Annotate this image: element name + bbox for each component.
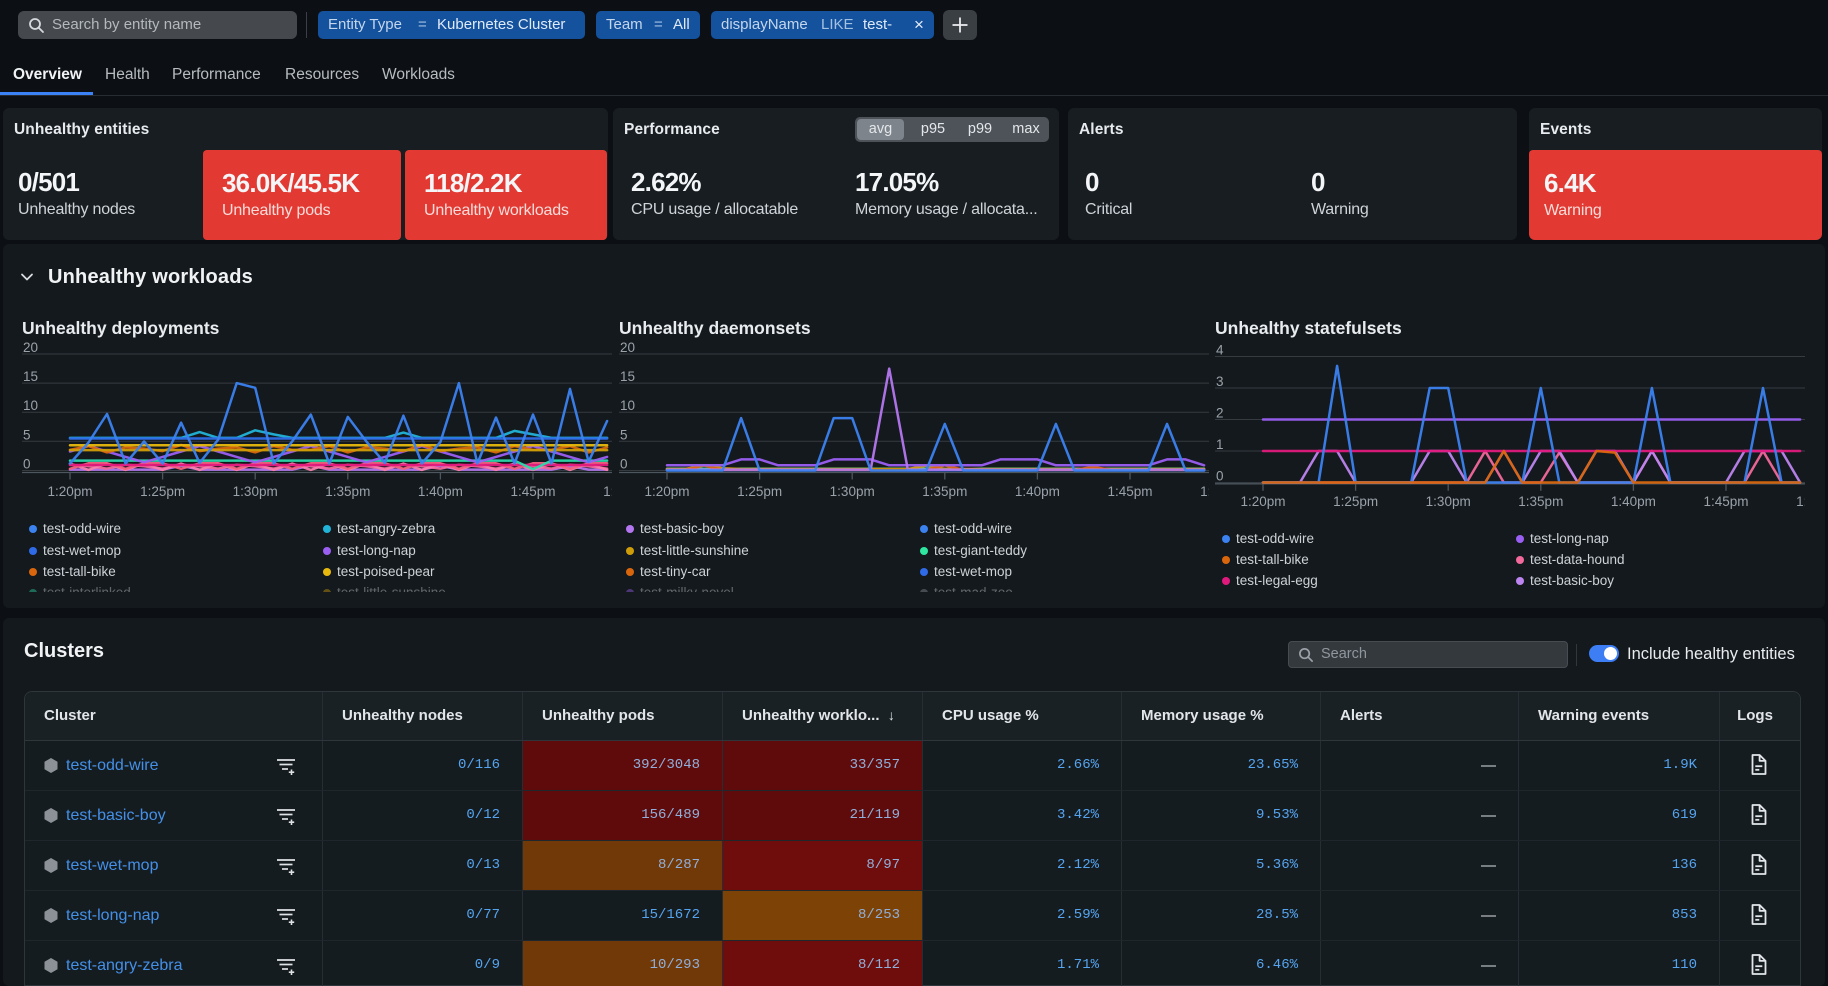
svg-text:0: 0 <box>620 457 628 472</box>
svg-text:1:35pm: 1:35pm <box>922 484 967 499</box>
svg-text:1:45pm: 1:45pm <box>1703 494 1748 509</box>
svg-text:5: 5 <box>620 427 628 442</box>
svg-text:1:20pm: 1:20pm <box>47 484 92 499</box>
svg-text:1:35pm: 1:35pm <box>1518 494 1563 509</box>
svg-text:1:40pm: 1:40pm <box>1611 494 1656 509</box>
svg-text:1:30pm: 1:30pm <box>1426 494 1471 509</box>
svg-text:1: 1 <box>1216 437 1224 452</box>
svg-text:15: 15 <box>620 369 635 384</box>
svg-text:1:30pm: 1:30pm <box>830 484 875 499</box>
svg-text:10: 10 <box>23 398 38 413</box>
svg-text:15: 15 <box>23 369 38 384</box>
svg-text:1:50pm: 1:50pm <box>603 484 612 499</box>
svg-text:1:20pm: 1:20pm <box>1240 494 1285 509</box>
svg-text:1:25pm: 1:25pm <box>737 484 782 499</box>
svg-text:1:20pm: 1:20pm <box>644 484 689 499</box>
svg-text:1:30pm: 1:30pm <box>233 484 278 499</box>
svg-text:0: 0 <box>23 457 31 472</box>
svg-text:3: 3 <box>1216 374 1224 389</box>
svg-text:5: 5 <box>23 427 31 442</box>
svg-text:20: 20 <box>620 340 635 355</box>
svg-text:4: 4 <box>1216 343 1224 358</box>
svg-text:1:45pm: 1:45pm <box>510 484 555 499</box>
svg-text:1:25pm: 1:25pm <box>1333 494 1378 509</box>
svg-text:1:25pm: 1:25pm <box>140 484 185 499</box>
svg-text:1:45pm: 1:45pm <box>1107 484 1152 499</box>
svg-text:1:50pm: 1:50pm <box>1200 484 1209 499</box>
svg-text:1:40pm: 1:40pm <box>418 484 463 499</box>
svg-text:10: 10 <box>620 398 635 413</box>
svg-text:1:50pm: 1:50pm <box>1796 494 1805 509</box>
svg-text:20: 20 <box>23 340 38 355</box>
svg-text:1:40pm: 1:40pm <box>1015 484 1060 499</box>
svg-text:1:35pm: 1:35pm <box>325 484 370 499</box>
svg-text:0: 0 <box>1216 469 1224 484</box>
svg-text:2: 2 <box>1216 406 1224 421</box>
